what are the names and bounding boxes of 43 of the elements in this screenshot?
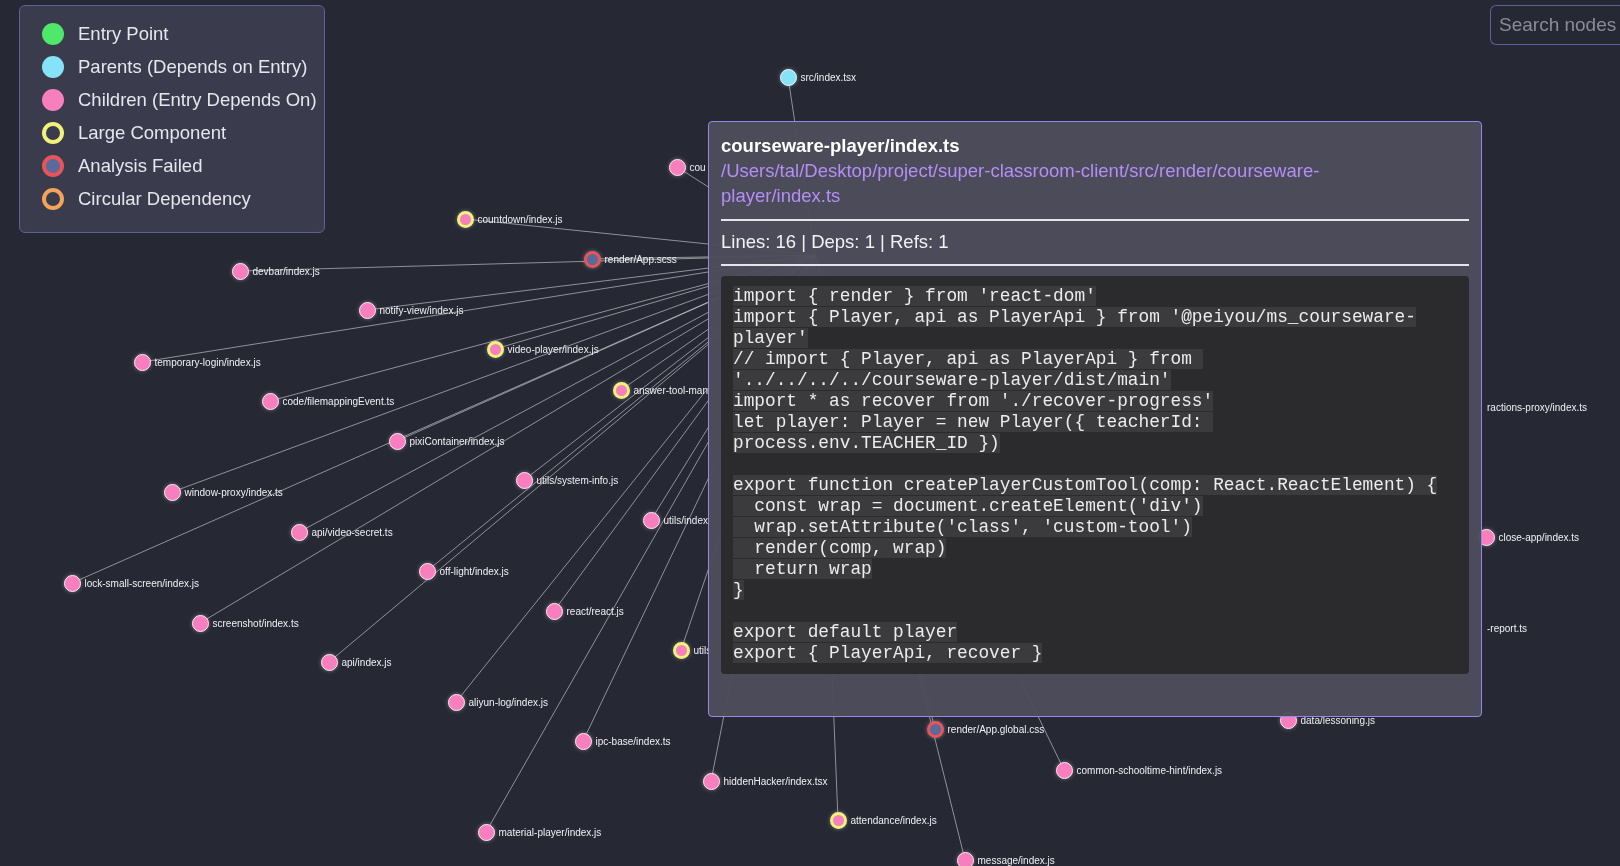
node-label: screenshot/index.ts [212,617,299,629]
node-label: video-player/index.js [507,343,599,355]
node-label: react/react.js [566,605,624,617]
node-label: hiddenHacker/index.tsx [723,775,828,787]
node-label: code/filemappingEvent.ts [282,395,395,407]
node-label: utils/index [663,514,708,526]
legend-label: Children (Entry Depends On) [78,89,317,111]
node-label: -report.ts [1487,622,1527,634]
node-label: ractions-proxy/index.ts [1487,401,1588,413]
node-label: lock-small-screen/index.js [84,577,199,589]
node-label: notify-view/index.js [379,304,464,316]
node-label: data/lessoning.js [1300,714,1375,726]
legend-label: Large Component [78,122,227,144]
legend-label: Analysis Failed [78,155,203,177]
node-label: temporary-login/index.js [154,356,261,368]
legend-label: Parents (Depends on Entry) [78,56,308,78]
node-label: src/index.tsx [800,71,857,83]
node-label: render/App.global.css [947,723,1045,735]
file-path: /Users/tal/Desktop/project/super-classroom-client/src/render/courseware-player/index.ts [721,159,1321,208]
legend-label: Circular Dependency [78,188,251,210]
node-label: message/index.js [977,854,1055,866]
node-label: pixiContainer/index.js [409,435,505,447]
node-label: window-proxy/index.ts [184,486,283,498]
node-label: api/video-secret.ts [311,526,393,538]
node-label: countdown/index.js [477,213,563,225]
search-field[interactable]: Search nodes [1490,5,1620,45]
node-label: material-player/index.js [498,826,602,838]
legend-label: Entry Point [78,23,169,45]
node-label: aliyun-log/index.js [468,696,548,708]
file-stats: Lines: 16 | Deps: 1 | Refs: 1 [721,231,950,253]
node-label: close-app/index.ts [1498,531,1580,543]
node-label: ipc-base/index.ts [595,735,671,747]
node-label: utils/system-info.js [536,474,619,486]
node-label: attendance/index.js [850,814,937,826]
node-label: api/index.js [341,656,392,668]
node-label: common-schooltime-hint/index.js [1076,764,1223,776]
node-label: render/App.scss [604,253,677,265]
node-label: devbar/index.js [252,265,320,277]
tooltip-title: courseware-player/index.ts [721,134,961,158]
code-block: import { render } from 'react-dom' import { Player, api as PlayerApi } from '@peiyou/ms_courseware-player' // import { Player, api as PlayerApi } from '../../../../courseware-player/dist/main' import * as recover from './recover-progress' let player: Player = new Player({ teacherId: process.env.TEACHER_ID }) export function createPlayerCustomTool(comp: React.ReactElement) { const wrap = document.createElement('div') wrap.setAttribute('class', 'custom-tool') render(comp, wrap) return wrap } export default player export { PlayerApi, recover } [721,276,1469,674]
node-label: cou [689,161,706,173]
node-label: answer-tool-man [633,384,708,396]
node-label: off-light/index.js [439,565,509,577]
